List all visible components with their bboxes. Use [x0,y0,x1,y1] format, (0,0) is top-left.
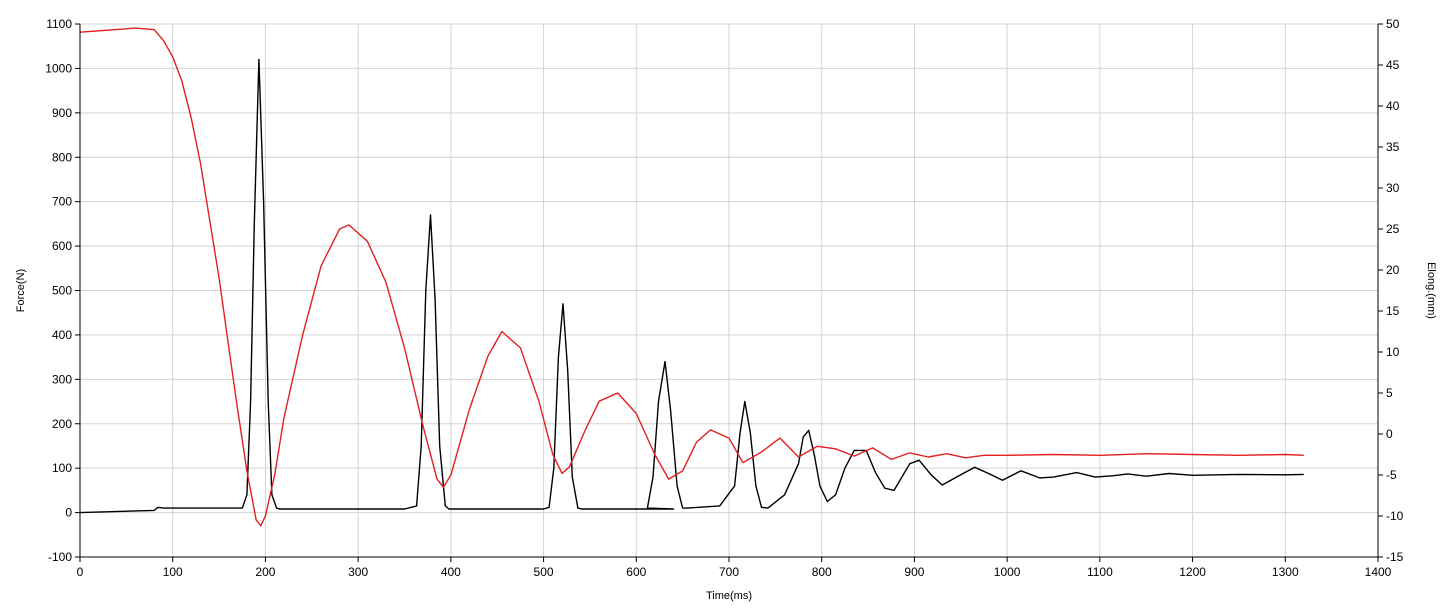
y2-tick-label-5: 10 [1386,345,1400,359]
y-tick-label-5: 400 [52,328,72,342]
y2-tick-label-2: -5 [1386,468,1397,482]
elongation-series-line [79,27,1304,527]
force-series-line [79,58,1304,514]
y-tick-label-0: -100 [48,550,72,564]
x-tick-label-9: 900 [904,565,924,579]
y-axis-title: Force(N) [15,269,27,312]
y-tick-label-10: 900 [52,106,72,120]
y2-tick-label-6: 15 [1386,304,1400,318]
y2-tick-label-10: 35 [1386,140,1400,154]
y2-tick-label-13: 50 [1386,17,1400,31]
y-tick-label-1: 0 [65,506,72,520]
x-tick-label-5: 500 [534,565,554,579]
y2-tick-label-11: 40 [1386,99,1400,113]
x-axis-title: Time(ms) [706,590,752,602]
y2-tick-label-7: 20 [1386,263,1400,277]
y-tick-label-9: 800 [52,150,72,164]
y-tick-label-7: 600 [52,239,72,253]
x-tick-label-4: 400 [441,565,461,579]
y2-tick-label-4: 5 [1386,386,1393,400]
y-tick-label-6: 500 [52,284,72,298]
x-tick-label-14: 1400 [1365,565,1392,579]
x-tick-label-10: 1000 [994,565,1021,579]
y-tick-label-2: 100 [52,461,72,475]
x-tick-label-13: 1300 [1272,565,1299,579]
line-chart: 0 100 200 300 400 500 600 700 800 900 1000 1100 1200… [15,17,1437,602]
y-tick-label-8: 700 [52,195,72,209]
x-tick-label-7: 700 [719,565,739,579]
y-tick-label-4: 300 [52,372,72,386]
x-tick-label-11: 1100 [1087,565,1113,579]
x-tick-label-12: 1200 [1179,565,1206,579]
x-tick-label-3: 300 [348,565,368,579]
y2-tick-label-3: 0 [1386,427,1393,441]
x-tick-label-8: 800 [812,565,832,579]
series-layer [79,27,1304,527]
x-tick-label-2: 200 [255,565,275,579]
y2-tick-label-9: 30 [1386,181,1400,195]
y2-tick-label-8: 25 [1386,222,1400,236]
x-tick-label-1: 100 [163,565,183,579]
y2-tick-label-0: -15 [1386,550,1404,564]
x-tick-label-6: 600 [626,565,646,579]
tick-labels: 0 100 200 300 400 500 600 700 800 900 1000 1100 1200… [45,17,1403,579]
x-tick-label-0: 0 [77,565,84,579]
y2-tick-label-12: 45 [1386,58,1400,72]
y-tick-label-12: 1100 [46,17,72,31]
y2-tick-label-1: -10 [1386,509,1404,523]
y-tick-label-11: 1000 [45,61,72,75]
y2-axis-title: Elong.(mm) [1425,262,1437,319]
y-tick-label-3: 200 [52,417,72,431]
